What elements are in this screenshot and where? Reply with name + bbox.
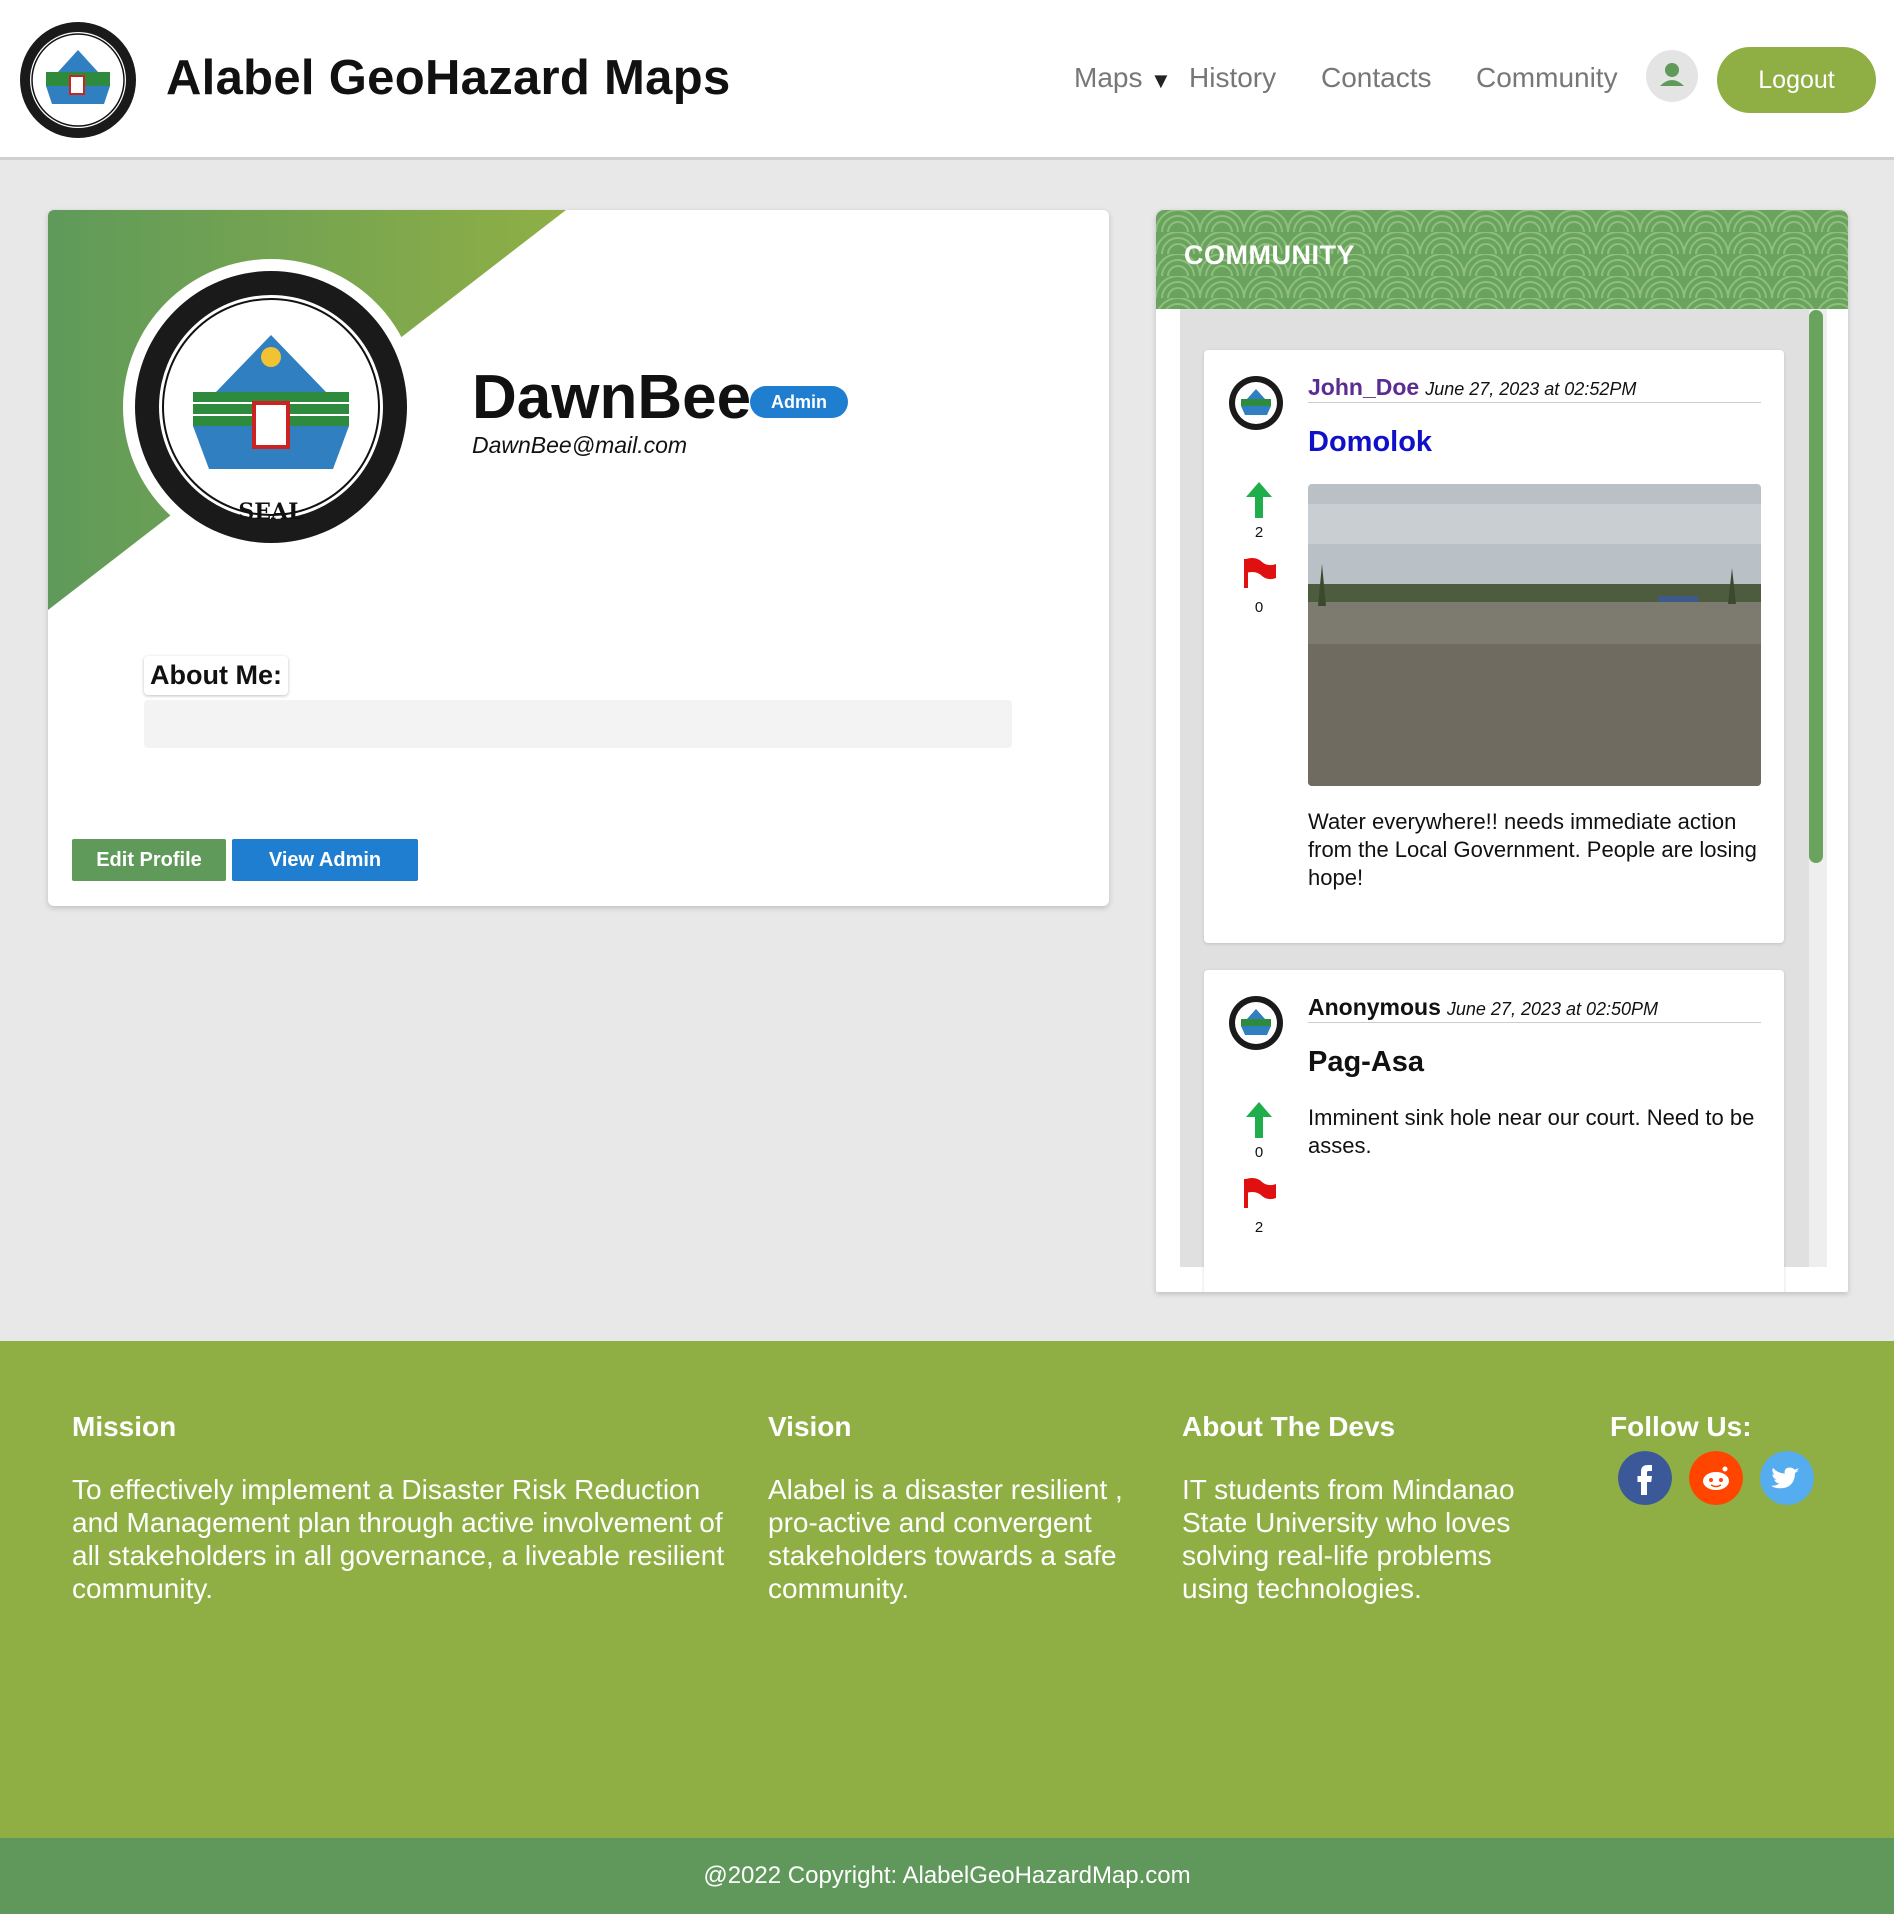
chevron-down-icon[interactable]: ▼ — [1150, 68, 1172, 94]
nav-maps[interactable]: Maps — [1074, 62, 1142, 94]
community-panel: COMMUNITY John_Doe June 27, 2023 at 02:52… — [1156, 210, 1848, 1292]
vision-text: Alabel is a disaster resilient , pro-act… — [768, 1474, 1123, 1604]
profile-email: DawnBee@mail.com — [472, 432, 688, 458]
site-footer: Mission To effectively implement a Disas… — [0, 1341, 1894, 1841]
edit-profile-button[interactable]: Edit Profile — [72, 839, 226, 881]
flag-icon[interactable] — [1240, 556, 1278, 590]
post-author[interactable]: Anonymous June 27, 2023 at 02:50PM — [1308, 994, 1658, 1021]
post-photo-flood[interactable] — [1308, 484, 1761, 786]
post-date: June 27, 2023 at 02:50PM — [1446, 999, 1659, 1019]
community-header: COMMUNITY — [1156, 210, 1848, 309]
copyright-bar: @2022 Copyright: AlabelGeoHazardMap.com — [0, 1838, 1894, 1914]
twitter-icon[interactable] — [1760, 1451, 1814, 1505]
about-devs-text: IT students from Mindanao State Universi… — [1182, 1474, 1515, 1604]
reddit-icon[interactable] — [1689, 1451, 1743, 1505]
upvote-count: 2 — [1254, 524, 1264, 541]
author-avatar — [1229, 376, 1283, 430]
post-title[interactable]: Pag-Asa — [1308, 1046, 1424, 1079]
profile-card: SEAL DawnBee Admin DawnBee@mail.com Abou… — [48, 210, 1109, 906]
about-me-field — [144, 700, 1012, 748]
nav-community[interactable]: Community — [1476, 62, 1618, 94]
post-divider — [1308, 402, 1761, 403]
municipal-seal-image: SEAL — [123, 259, 419, 555]
community-post: John_Doe June 27, 2023 at 02:52PM Domolok… — [1204, 350, 1784, 943]
author-avatar — [1229, 996, 1283, 1050]
post-author[interactable]: John_Doe June 27, 2023 at 02:52PM — [1308, 374, 1636, 401]
facebook-icon[interactable] — [1618, 1451, 1672, 1505]
municipal-seal-icon[interactable] — [18, 20, 138, 140]
nav-contacts[interactable]: Contacts — [1321, 62, 1432, 94]
post-body: Water everywhere!! needs immediate actio… — [1308, 809, 1757, 890]
flag-icon[interactable] — [1240, 1176, 1278, 1210]
upvote-count: 0 — [1254, 1144, 1264, 1161]
follow-us-heading: Follow Us: — [1610, 1411, 1752, 1442]
mission-text: To effectively implement a Disaster Risk… — [72, 1474, 725, 1604]
community-title: COMMUNITY — [1184, 240, 1355, 270]
profile-username: DawnBee — [472, 363, 752, 432]
user-icon — [1660, 63, 1684, 86]
about-devs-heading: About The Devs — [1182, 1411, 1396, 1442]
role-badge: Admin — [750, 386, 848, 418]
post-title[interactable]: Domolok — [1308, 426, 1432, 459]
mission-heading: Mission — [72, 1411, 177, 1442]
post-author-name[interactable]: Anonymous — [1308, 994, 1441, 1020]
user-profile-button[interactable] — [1646, 50, 1698, 102]
upvote-arrow-icon[interactable] — [1244, 1100, 1274, 1140]
logout-button[interactable]: Logout — [1717, 47, 1876, 113]
post-body: Imminent sink hole near our court. Need … — [1308, 1105, 1755, 1158]
post-author-name[interactable]: John_Doe — [1308, 374, 1419, 400]
site-title: Alabel GeoHazard Maps — [166, 51, 731, 105]
flag-count: 2 — [1254, 1219, 1264, 1236]
post-divider — [1308, 1022, 1761, 1023]
svg-text:SEAL: SEAL — [238, 499, 303, 525]
about-me-label: About Me: — [144, 656, 288, 695]
upvote-arrow-icon[interactable] — [1244, 480, 1274, 520]
community-post: Anonymous June 27, 2023 at 02:50PM Pag-As… — [1204, 970, 1784, 1292]
nav-history[interactable]: History — [1189, 62, 1276, 94]
view-admin-button[interactable]: View Admin — [232, 839, 418, 881]
flag-count: 0 — [1254, 599, 1264, 616]
feed-scrollbar-thumb[interactable] — [1809, 310, 1823, 863]
post-date: June 27, 2023 at 02:52PM — [1425, 379, 1637, 399]
site-header: Alabel GeoHazard Maps Maps ▼ History Con… — [0, 0, 1894, 160]
vision-heading: Vision — [768, 1411, 852, 1442]
